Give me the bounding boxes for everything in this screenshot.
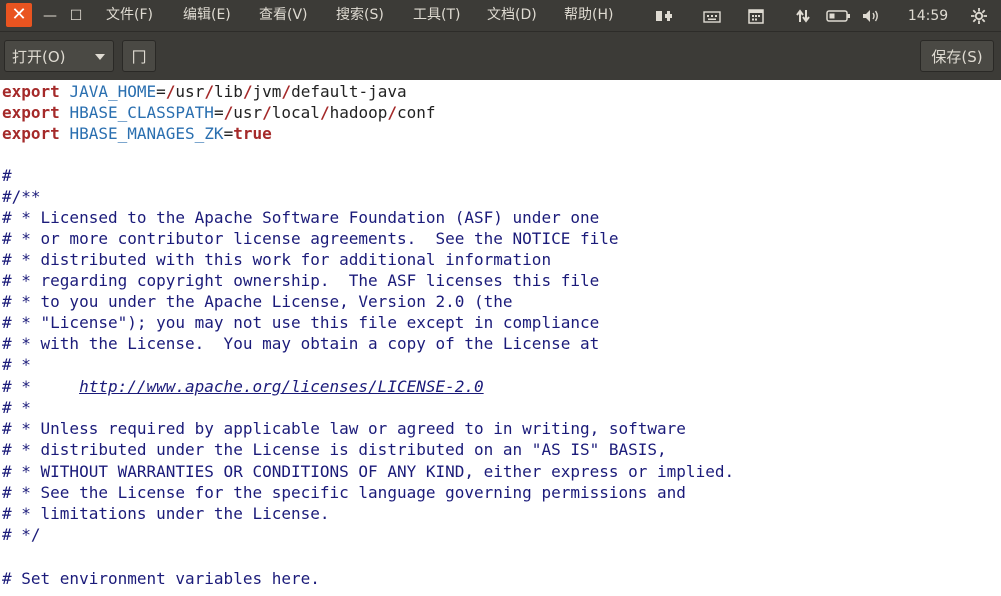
maximize-button[interactable]: ☐ bbox=[66, 0, 86, 31]
comment-line: # * Unless required by applicable law or… bbox=[2, 419, 686, 438]
menu-edit[interactable]: 编辑(E) bbox=[183, 0, 231, 31]
comment-line: # * distributed with this work for addit… bbox=[2, 250, 552, 269]
save-button[interactable]: 保存(S) bbox=[920, 40, 994, 72]
comment-line: # * with the License. You may obtain a c… bbox=[2, 334, 600, 353]
comment-line: # */ bbox=[2, 525, 41, 544]
keyboard-icon[interactable] bbox=[700, 0, 724, 31]
menu-help[interactable]: 帮助(H) bbox=[564, 0, 613, 31]
toolbar: 打开(O) 冂 保存(S) bbox=[0, 31, 1001, 80]
clock-label[interactable]: 14:59 bbox=[906, 0, 950, 31]
comment-line: # * See the License for the specific lan… bbox=[2, 483, 686, 502]
volume-icon[interactable] bbox=[858, 0, 884, 31]
comment-line: # * to you under the Apache License, Ver… bbox=[2, 292, 513, 311]
chevron-down-icon bbox=[95, 54, 105, 60]
text-editor[interactable]: export JAVA_HOME=/usr/lib/jvm/default-ja… bbox=[0, 80, 1001, 596]
menu-view[interactable]: 查看(V) bbox=[259, 0, 308, 31]
network-icon[interactable] bbox=[792, 0, 814, 31]
menu-documents[interactable]: 文档(D) bbox=[487, 0, 537, 31]
menu-file[interactable]: 文件(F) bbox=[106, 0, 153, 31]
code-line: export JAVA_HOME=/usr/lib/jvm/default-ja… bbox=[2, 82, 407, 101]
new-document-icon: 冂 bbox=[131, 48, 147, 66]
comment-line: #/** bbox=[2, 187, 41, 206]
code-line: export HBASE_CLASSPATH=/usr/local/hadoop… bbox=[2, 103, 436, 122]
comment-line: # * WITHOUT WARRANTIES OR CONDITIONS OF … bbox=[2, 462, 735, 481]
open-button[interactable]: 打开(O) bbox=[4, 40, 114, 72]
comment-line: # bbox=[2, 166, 12, 185]
comment-line: # * Licensed to the Apache Software Foun… bbox=[2, 208, 600, 227]
menu-search[interactable]: 搜索(S) bbox=[336, 0, 384, 31]
minimize-button[interactable]: — bbox=[40, 0, 60, 31]
close-button[interactable]: ✕ bbox=[6, 3, 32, 27]
top-panel: ✕ — ☐ 文件(F) 编辑(E) 查看(V) 搜索(S) 工具(T) 文档(D… bbox=[0, 0, 1001, 31]
comment-line: # Set environment variables here. bbox=[2, 569, 320, 588]
calendar-icon[interactable] bbox=[745, 0, 767, 31]
comment-line: # * http://www.apache.org/licenses/LICEN… bbox=[2, 377, 484, 396]
comment-line: # * bbox=[2, 398, 31, 417]
code-line: export HBASE_MANAGES_ZK=true bbox=[2, 124, 272, 143]
comment-line: # * or more contributor license agreemen… bbox=[2, 229, 619, 248]
comment-line: # * distributed under the License is dis… bbox=[2, 440, 667, 459]
comment-line: # * "License"); you may not use this fil… bbox=[2, 313, 600, 332]
menu-tools[interactable]: 工具(T) bbox=[413, 0, 460, 31]
new-tab-button[interactable]: 冂 bbox=[122, 40, 156, 72]
settings-icon[interactable] bbox=[966, 0, 992, 31]
comment-line: # * limitations under the License. bbox=[2, 504, 330, 523]
comment-line: # * bbox=[2, 355, 31, 374]
comment-line: # * regarding copyright ownership. The A… bbox=[2, 271, 600, 290]
battery-icon[interactable] bbox=[823, 0, 855, 31]
license-link[interactable]: http://www.apache.org/licenses/LICENSE-2… bbox=[79, 377, 484, 396]
open-button-label: 打开(O) bbox=[12, 48, 66, 66]
input-method-icon[interactable] bbox=[652, 0, 676, 31]
